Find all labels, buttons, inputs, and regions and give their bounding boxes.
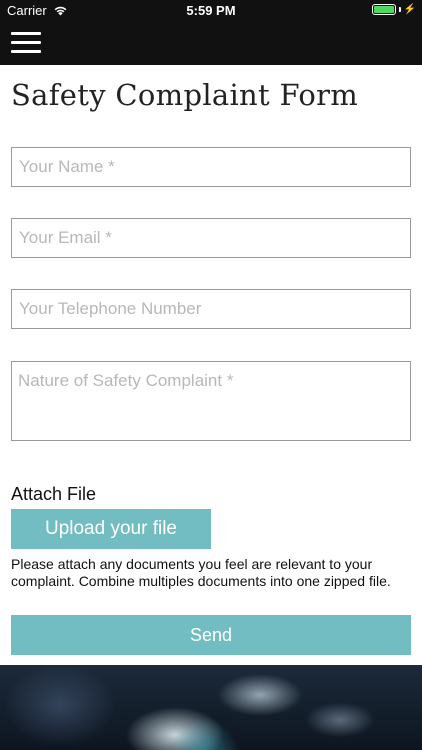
phone-field[interactable] [11,289,411,329]
upload-file-button[interactable]: Upload your file [11,509,211,549]
charging-bolt-icon: ⚡ [403,4,416,15]
hamburger-menu-icon[interactable] [11,32,41,54]
complaint-field[interactable] [11,361,411,441]
battery-icon [371,4,396,15]
battery-level [373,6,394,13]
email-field[interactable] [11,218,411,258]
waterfall-image [0,665,422,750]
attachment-help-text: Please attach any documents you feel are… [11,556,391,589]
battery-cap [398,7,401,12]
status-right: ⚡ [371,4,416,15]
send-button[interactable]: Send [11,615,411,655]
name-field[interactable] [11,147,411,187]
status-bar: Carrier 5:59 PM ⚡ [0,0,422,22]
attach-file-label: Attach File [11,484,97,504]
nav-bar [0,22,422,65]
page-title: Safety Complaint Form [11,78,359,112]
status-time: 5:59 PM [186,3,236,18]
